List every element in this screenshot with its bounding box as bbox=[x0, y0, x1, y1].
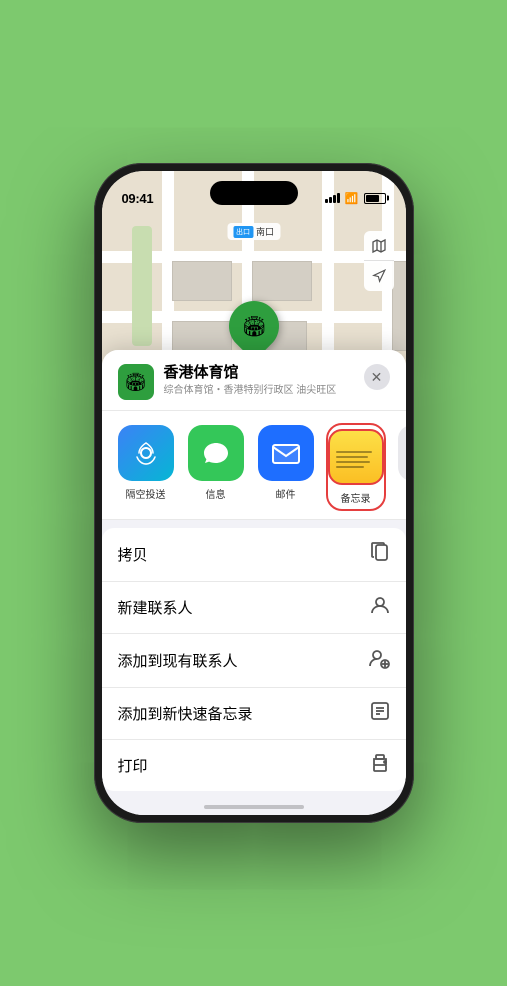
notes-icon-wrap bbox=[328, 429, 384, 485]
copy-label: 拷贝 bbox=[118, 544, 148, 565]
mail-label: 邮件 bbox=[276, 486, 296, 501]
share-mail[interactable]: 邮件 bbox=[258, 425, 314, 509]
add-contact-label: 添加到现有联系人 bbox=[118, 650, 238, 671]
message-label: 信息 bbox=[206, 486, 226, 501]
airdrop-label: 隔空投送 bbox=[126, 486, 166, 501]
message-icon-wrap bbox=[188, 425, 244, 481]
dynamic-island bbox=[210, 181, 298, 205]
share-row: 隔空投送 信息 bbox=[102, 411, 406, 520]
notes-lines-icon bbox=[330, 443, 382, 472]
map-controls bbox=[364, 231, 394, 291]
bottom-sheet: 🏟 香港体育馆 综合体育馆・香港特别行政区 油尖旺区 ✕ bbox=[102, 350, 406, 815]
share-airdrop[interactable]: 隔空投送 bbox=[118, 425, 174, 509]
share-notes[interactable]: 备忘录 bbox=[328, 425, 384, 509]
venue-subtitle: 综合体育馆・香港特别行政区 油尖旺区 bbox=[164, 384, 354, 397]
print-label: 打印 bbox=[118, 755, 148, 776]
venue-title: 香港体育馆 bbox=[164, 364, 354, 382]
share-message[interactable]: 信息 bbox=[188, 425, 244, 509]
action-quick-note[interactable]: 添加到新快速备忘录 bbox=[102, 688, 406, 740]
pin-icon: 🏟 bbox=[241, 314, 266, 339]
close-button[interactable]: ✕ bbox=[364, 364, 390, 390]
airdrop-icon-wrap bbox=[118, 425, 174, 481]
mail-icon-wrap bbox=[258, 425, 314, 481]
action-new-contact[interactable]: 新建联系人 bbox=[102, 582, 406, 634]
wifi-icon: 📶 bbox=[345, 192, 359, 205]
more-icon-wrap bbox=[398, 425, 406, 481]
battery-icon bbox=[364, 193, 386, 204]
home-indicator bbox=[204, 805, 304, 809]
add-contact-icon bbox=[368, 647, 390, 674]
notes-label: 备忘录 bbox=[341, 490, 371, 505]
map-type-button[interactable] bbox=[364, 231, 394, 261]
quick-note-label: 添加到新快速备忘录 bbox=[118, 703, 253, 724]
location-button[interactable] bbox=[364, 261, 394, 291]
signal-icon bbox=[325, 193, 340, 203]
copy-icon bbox=[370, 541, 390, 568]
phone-frame: 09:41 📶 bbox=[94, 163, 414, 823]
new-contact-label: 新建联系人 bbox=[118, 597, 193, 618]
venue-logo: 🏟 bbox=[118, 364, 154, 400]
venue-card: 🏟 香港体育馆 综合体育馆・香港特别行政区 油尖旺区 ✕ bbox=[102, 350, 406, 411]
phone-screen: 09:41 📶 bbox=[102, 171, 406, 815]
new-contact-icon bbox=[370, 595, 390, 620]
map-exit-label: 出口 南口 bbox=[227, 223, 280, 240]
action-print[interactable]: 打印 bbox=[102, 740, 406, 791]
status-icons: 📶 bbox=[325, 192, 386, 205]
status-time: 09:41 bbox=[122, 191, 154, 206]
venue-info: 香港体育馆 综合体育馆・香港特别行政区 油尖旺区 bbox=[164, 364, 354, 397]
action-copy[interactable]: 拷贝 bbox=[102, 528, 406, 582]
exit-tag: 出口 bbox=[233, 226, 253, 238]
action-add-contact[interactable]: 添加到现有联系人 bbox=[102, 634, 406, 688]
print-icon bbox=[370, 753, 390, 778]
share-more[interactable]: 其他 bbox=[398, 425, 406, 509]
quick-note-icon bbox=[370, 701, 390, 726]
action-list: 拷贝 新建联系人 bbox=[102, 528, 406, 791]
